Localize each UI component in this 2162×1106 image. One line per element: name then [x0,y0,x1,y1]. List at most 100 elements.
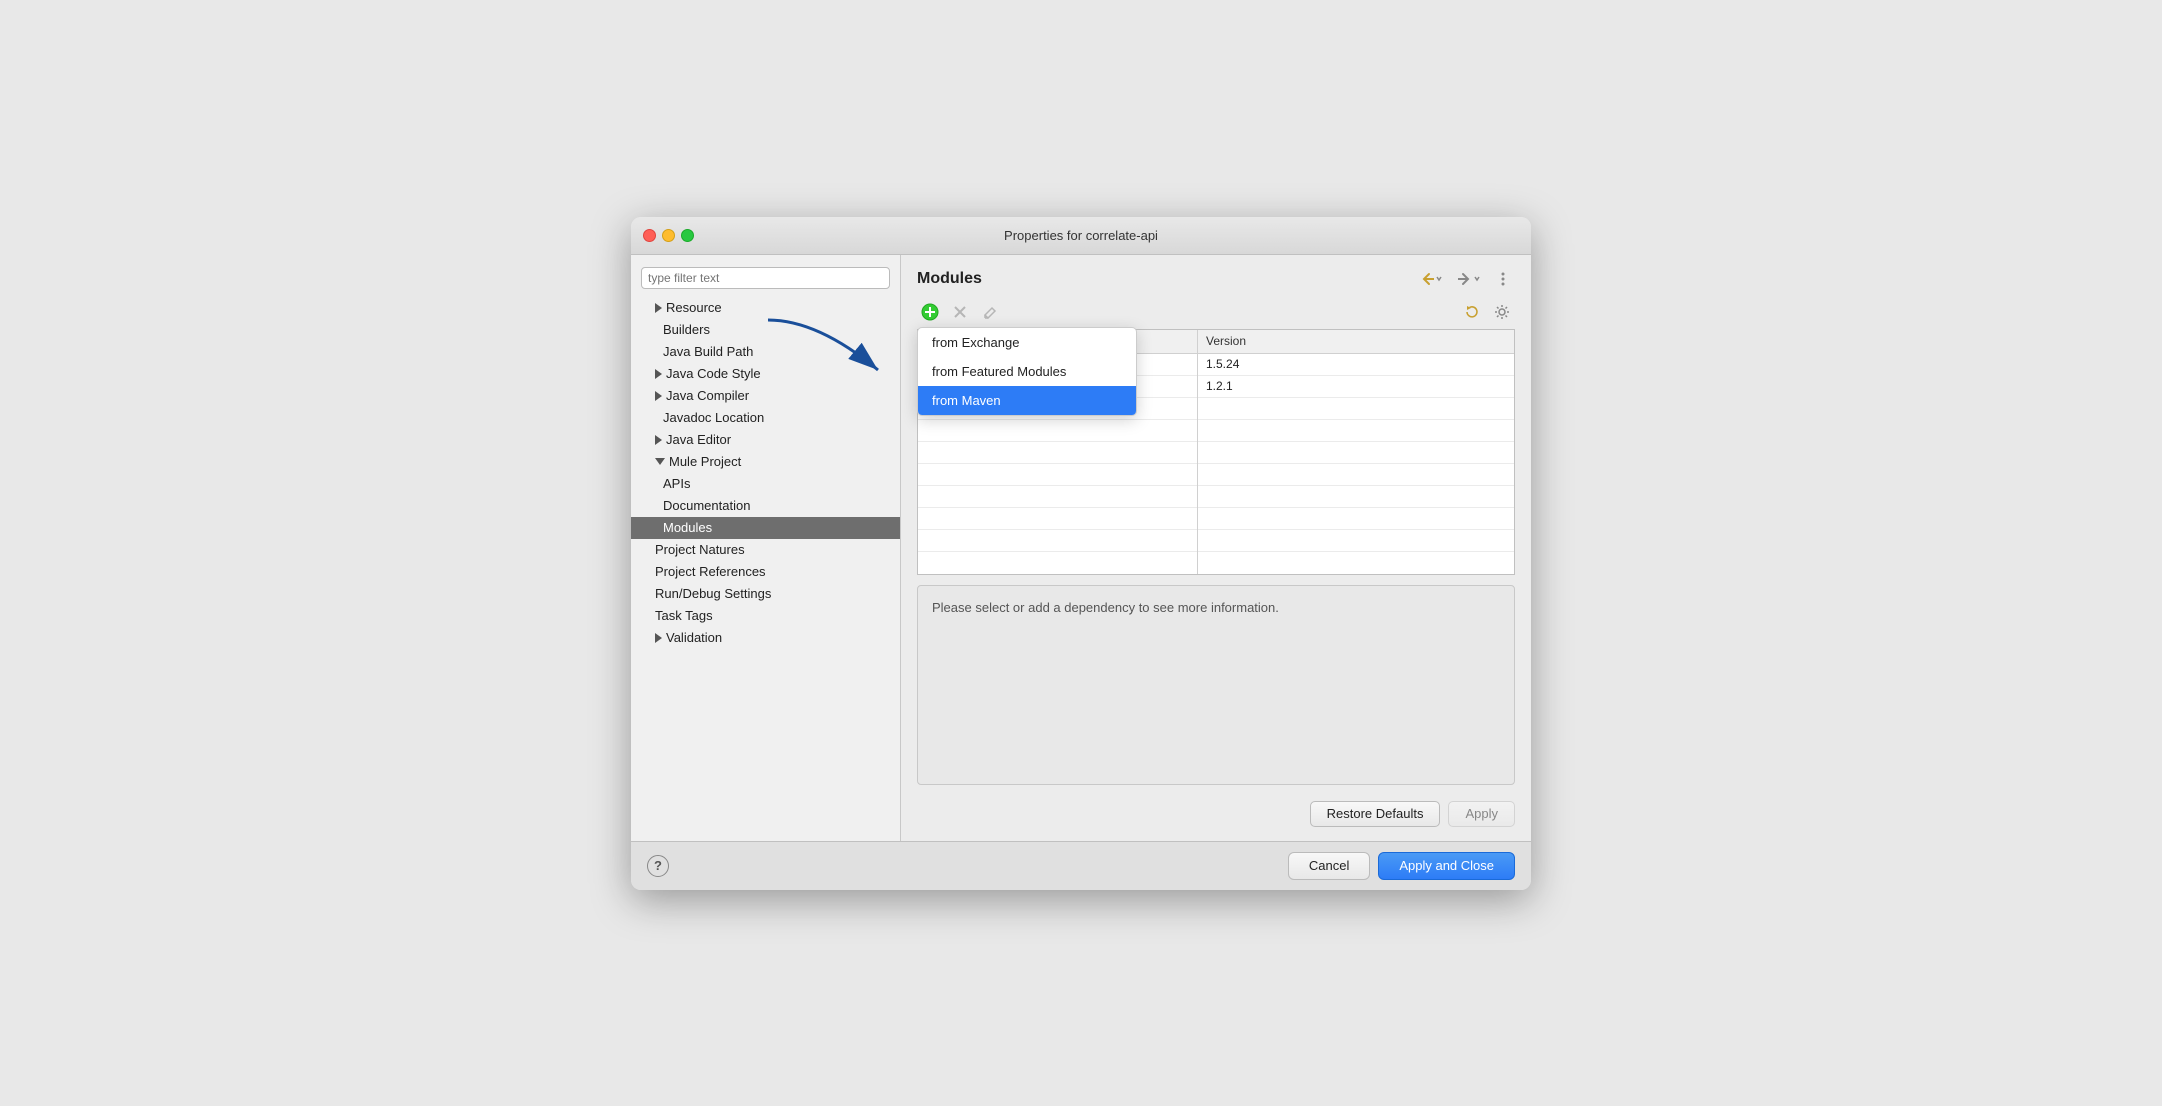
dropdown-item-from-maven[interactable]: from Maven [918,386,1136,415]
table-empty-row [918,486,1197,508]
edit-button[interactable] [977,299,1003,325]
table-empty-row [1198,420,1514,442]
sidebar-item-documentation[interactable]: Documentation [631,495,900,517]
header-nav-icons [1415,269,1515,289]
sidebar-item-java-code-style[interactable]: Java Code Style [631,363,900,385]
table-empty-row [918,464,1197,486]
minimize-button[interactable] [662,229,675,242]
add-button[interactable] [917,299,943,325]
add-dropdown-menu: from Exchange from Featured Modules from… [917,327,1137,416]
sidebar-item-label: Java Compiler [666,388,749,403]
sidebar-item-label: Modules [663,520,712,535]
sidebar-item-label: Project References [655,564,766,579]
table-empty-row [1198,398,1514,420]
more-button[interactable] [1491,269,1515,289]
table-empty-row [1198,442,1514,464]
table-empty-row [1198,464,1514,486]
sidebar-item-label: APIs [663,476,690,491]
add-icon [921,303,939,321]
filter-input[interactable] [641,267,890,289]
expand-icon [655,435,662,445]
settings-button[interactable] [1489,299,1515,325]
window-title: Properties for correlate-api [1004,228,1158,243]
titlebar: Properties for correlate-api [631,217,1531,255]
filter-wrap [631,263,900,297]
sidebar-item-java-compiler[interactable]: Java Compiler [631,385,900,407]
sidebar-item-run-debug[interactable]: Run/Debug Settings [631,583,900,605]
back-icon [1419,271,1435,287]
table-empty-row [1198,552,1514,574]
close-button[interactable] [643,229,656,242]
dependency-info-box: Please select or add a dependency to see… [917,585,1515,785]
sidebar: Resource Builders Java Build Path Java C… [631,255,901,841]
sidebar-item-label: Mule Project [669,454,741,469]
expand-icon [655,391,662,401]
gear-icon [1494,304,1510,320]
window-body: Resource Builders Java Build Path Java C… [631,255,1531,841]
table-empty-row [1198,486,1514,508]
more-icon [1495,271,1511,287]
expand-icon [655,458,665,465]
expand-icon [655,303,662,313]
delete-button[interactable] [947,299,973,325]
forward-icon [1457,271,1473,287]
maximize-button[interactable] [681,229,694,242]
chevron-down-icon [1435,273,1443,285]
main-header: Modules [917,269,1515,289]
bottom-buttons: Restore Defaults Apply [917,797,1515,831]
traffic-lights [643,229,694,242]
delete-icon [953,305,967,319]
table-empty-row [918,552,1197,574]
expand-icon [655,633,662,643]
back-button[interactable] [1415,269,1447,289]
sidebar-item-label: Resource [666,300,722,315]
sidebar-item-label: Java Code Style [666,366,761,381]
sidebar-item-label: Project Natures [655,542,745,557]
edit-icon [983,305,997,319]
restore-defaults-button[interactable]: Restore Defaults [1310,801,1441,827]
apply-close-button[interactable]: Apply and Close [1378,852,1515,880]
refresh-button[interactable] [1459,299,1485,325]
sidebar-item-label: Run/Debug Settings [655,586,771,601]
table-empty-row [918,530,1197,552]
sidebar-item-label: Java Build Path [663,344,753,359]
sidebar-item-label: Java Editor [666,432,731,447]
sidebar-item-label: Builders [663,322,710,337]
table-empty-row [1198,508,1514,530]
sidebar-item-mule-project[interactable]: Mule Project [631,451,900,473]
footer-right: Cancel Apply and Close [1288,852,1515,880]
sidebar-item-label: Documentation [663,498,750,513]
table-row[interactable]: 1.5.24 [1198,354,1514,376]
sidebar-item-label: Javadoc Location [663,410,764,425]
main-content: Modules [901,255,1531,841]
apply-button[interactable]: Apply [1448,801,1515,827]
sidebar-item-task-tags[interactable]: Task Tags [631,605,900,627]
dialog-footer: ? Cancel Apply and Close [631,841,1531,890]
chevron-down-icon [1473,273,1481,285]
sidebar-item-label: Task Tags [655,608,713,623]
page-title: Modules [917,270,982,288]
sidebar-item-validation[interactable]: Validation [631,627,900,649]
help-button[interactable]: ? [647,855,669,877]
sidebar-item-project-references[interactable]: Project References [631,561,900,583]
dropdown-item-from-featured[interactable]: from Featured Modules [918,357,1136,386]
sidebar-item-builders[interactable]: Builders [631,319,900,341]
sidebar-item-modules[interactable]: Modules [631,517,900,539]
refresh-icon [1464,304,1480,320]
table-version-header: Version [1198,330,1514,354]
sidebar-item-java-build-path[interactable]: Java Build Path [631,341,900,363]
sidebar-item-java-editor[interactable]: Java Editor [631,429,900,451]
forward-button[interactable] [1453,269,1485,289]
cancel-button[interactable]: Cancel [1288,852,1370,880]
sidebar-item-label: Validation [666,630,722,645]
sidebar-item-resource[interactable]: Resource [631,297,900,319]
dropdown-item-from-exchange[interactable]: from Exchange [918,328,1136,357]
sidebar-item-project-natures[interactable]: Project Natures [631,539,900,561]
sidebar-item-apis[interactable]: APIs [631,473,900,495]
sidebar-item-javadoc-location[interactable]: Javadoc Location [631,407,900,429]
table-version-column: Version 1.5.24 1.2.1 [1198,330,1514,574]
toolbar-right [1459,299,1515,325]
table-row[interactable]: 1.2.1 [1198,376,1514,398]
table-empty-row [1198,530,1514,552]
toolbar: from Exchange from Featured Modules from… [917,299,1515,325]
